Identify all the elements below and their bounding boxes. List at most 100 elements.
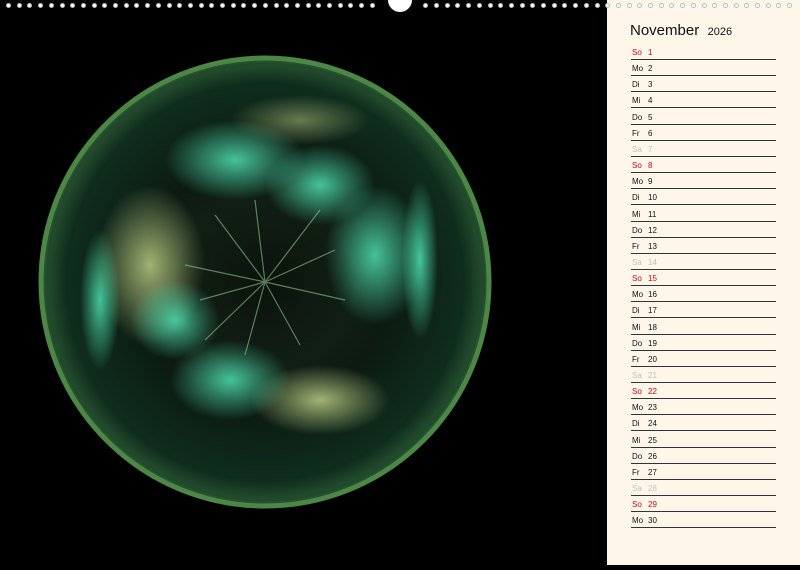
binding-hole-icon [241,3,247,8]
binding-hole-icon [70,3,76,8]
binding-hole-icon [605,3,611,8]
binding-hole-icon [680,3,686,8]
day-number: 20 [648,354,657,364]
day-number: 2 [648,64,653,74]
day-row: So 22 [631,382,776,400]
weekday-label: Di [632,306,640,316]
day-row: Sa 21 [631,366,776,383]
binding-hole-icon [551,3,557,8]
weekday-label: Di [632,419,640,429]
weekday-label: Mo [632,290,644,300]
binding-hole-icon [113,3,118,8]
weekday-label: Sa [632,371,642,380]
day-row: Mo 9 [631,172,776,190]
day-row: Do 12 [631,221,776,238]
binding-hole-icon [423,3,429,8]
weekday-label: Do [632,225,643,235]
weekday-label: So [632,161,642,171]
binding-hole-icon [359,3,365,8]
binding-hole-icon [337,3,343,8]
binding-hole-icon [38,3,44,8]
day-number: 6 [648,128,653,138]
day-number: 12 [648,225,657,235]
day-row: Mi 25 [631,431,776,448]
binding-hole-icon [252,3,258,8]
binding-hole-icon [166,3,172,8]
weekday-label: Sa [632,257,642,267]
weekday-label: Sa [632,484,642,494]
day-row: So 8 [631,156,776,174]
weekday-label: Mi [632,322,641,332]
binding-hole-icon [722,3,728,8]
day-row: Do 5 [631,108,776,125]
binding-hole-icon [16,3,22,8]
day-number: 4 [648,96,653,106]
binding-hole-icon [466,3,472,8]
day-number: 18 [648,322,657,332]
binding-hole-icon [123,3,129,8]
day-number: 27 [648,467,657,477]
binding-hole-icon [573,3,579,8]
day-number: 22 [648,387,657,397]
binding-hole-icon [755,3,760,8]
day-row: Mo 2 [631,59,776,77]
day-number: 23 [648,403,657,413]
weekday-label: So [632,500,642,510]
day-row: Fr 20 [631,350,776,367]
day-number: 9 [648,177,653,187]
day-number: 11 [648,209,657,219]
month-title: November 2026 [630,22,732,40]
day-number: 13 [648,241,657,251]
binding-hole-icon [669,3,675,8]
binding-hole-icon [187,3,193,8]
binding-hole-icon [262,3,268,8]
year: 2026 [707,26,733,38]
binding-hole-icon [444,3,450,8]
day-row: So 1 [631,43,776,60]
day-row: Di 3 [631,75,776,93]
day-row: Di 10 [631,188,776,206]
weekday-label: Mo [632,177,644,187]
binding-hole-icon [690,3,696,8]
binding-hole-icon [594,3,600,8]
weekday-label: Di [632,80,640,90]
binding-hole-icon [305,3,311,8]
binding-hole-icon [562,3,568,8]
month-name: November [630,22,700,39]
binding-hole-icon [220,3,225,8]
day-number: 15 [648,274,657,284]
binding-hole-icon [230,3,236,8]
binding-hole-icon [102,3,108,8]
weekday-label: Mo [632,403,644,413]
day-number: 8 [648,161,653,171]
day-row: Di 17 [631,301,776,319]
binding-hole-icon [348,3,354,8]
day-row: Sa 14 [631,253,776,270]
day-number: 14 [648,257,657,267]
binding-hole-icon [508,3,514,8]
binding-hole-icon [541,3,546,8]
weekday-label: So [632,48,642,57]
day-row: Mo 16 [631,285,776,303]
weekday-label: Do [632,338,643,348]
binding-hole-icon [177,3,183,8]
day-row: Fr 6 [631,124,776,141]
day-row: Mo 23 [631,398,776,416]
day-row: Di 24 [631,414,776,432]
weekday-label: Do [632,112,643,122]
weekday-label: Sa [632,144,642,154]
binding-hole-icon [27,3,33,8]
day-number: 30 [648,516,657,526]
binding-hole-icon [648,3,653,8]
weekday-label: Di [632,193,640,203]
weekday-label: Fr [632,354,640,364]
binding-hole-icon [209,3,215,8]
day-row: Mi 11 [631,205,776,222]
binding-hole-icon [273,3,279,8]
binding-hole-icon [455,3,461,8]
weekday-label: Fr [632,241,640,251]
binding-hole-icon [198,3,204,8]
weekday-label: Mi [632,209,641,219]
binding-hole-icon [530,3,536,8]
day-row: Mo 30 [631,511,776,529]
